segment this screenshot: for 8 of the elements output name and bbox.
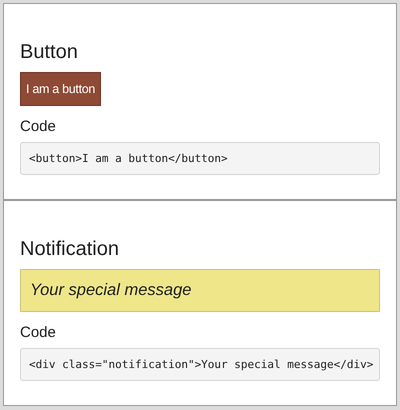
code-label: Code bbox=[20, 324, 57, 341]
sample-button[interactable]: I am a button bbox=[20, 72, 102, 106]
code-label: Code bbox=[20, 118, 57, 135]
section-heading: Notification bbox=[20, 237, 120, 261]
section-heading: Button bbox=[20, 40, 79, 64]
code-snippet: <div class="notification">Your special message</div> bbox=[20, 348, 380, 381]
notification-message: Your special message bbox=[20, 269, 380, 312]
code-snippet: <button>I am a button</button> bbox=[20, 142, 380, 175]
